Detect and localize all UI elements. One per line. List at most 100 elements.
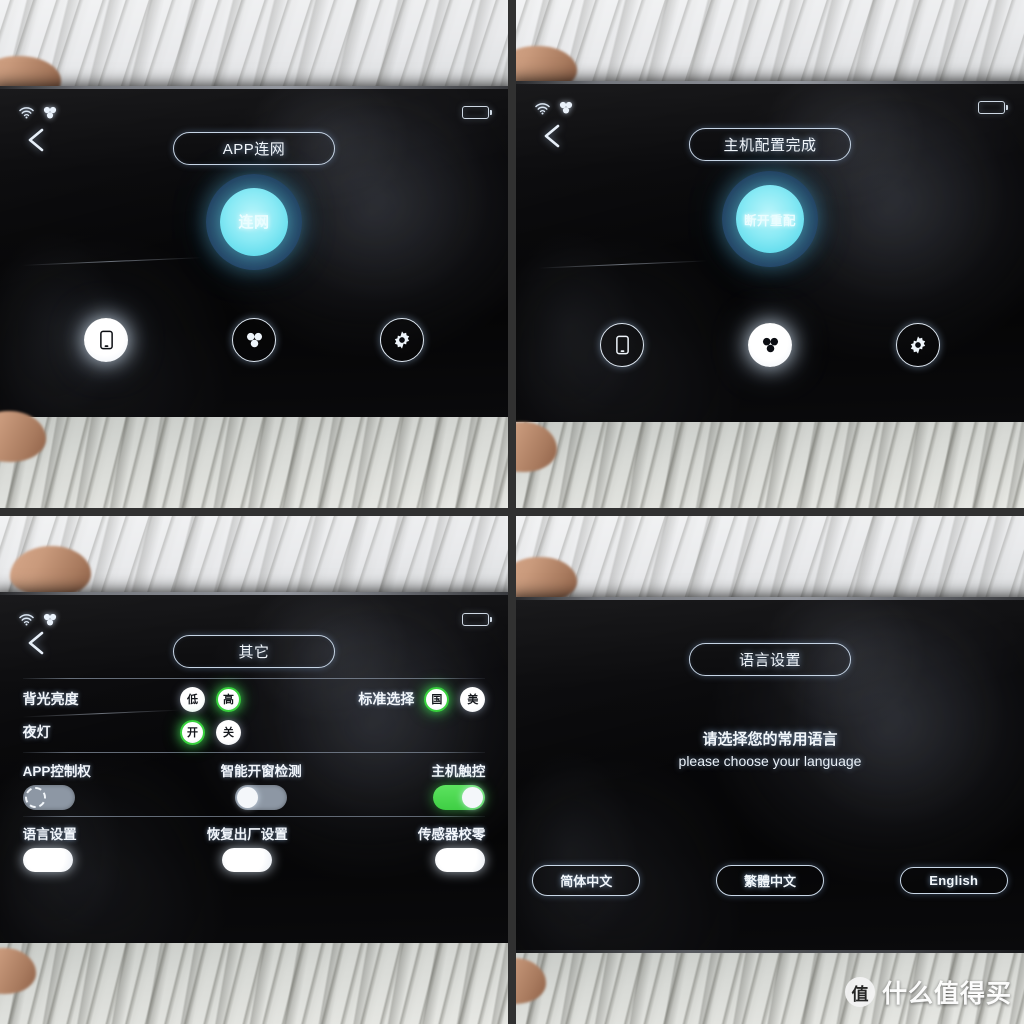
device-screen: 其它 背光亮度 低 高 标准选择 国 美 夜灯 开 关 APP控制权 智能开窗检… <box>0 592 508 948</box>
language-button-english[interactable]: English <box>899 866 1008 894</box>
device-body: 语言设置 请选择您的常用语言 please choose your langua… <box>516 597 1024 953</box>
sensor-zero-label: 传感器校零 <box>417 826 486 842</box>
table-surface-bottom <box>516 421 1024 508</box>
backlight-label: 背光亮度 <box>22 691 79 708</box>
language-prompt: 请选择您的常用语言 please choose your language <box>516 729 1024 771</box>
nav-phone-button[interactable] <box>84 317 129 362</box>
battery-icon <box>462 105 493 119</box>
cluster-icon <box>43 613 57 626</box>
nav-cluster-button[interactable] <box>748 323 792 368</box>
disconnect-reconfigure-button[interactable]: 断开重配 <box>722 171 818 268</box>
device-body: 其它 背光亮度 低 高 标准选择 国 美 夜灯 开 关 APP控制权 智能开窗检… <box>0 592 508 948</box>
connect-button[interactable]: 连网 <box>206 173 302 270</box>
device-screen: 语言设置 请选择您的常用语言 please choose your langua… <box>516 597 1024 953</box>
status-left-group <box>535 101 573 115</box>
action-button-ring: 断开重配 <box>722 171 818 268</box>
status-right-group <box>462 105 493 119</box>
radio-standard-cn[interactable]: 国 <box>424 686 450 712</box>
language-setting-button[interactable] <box>22 847 73 872</box>
app-control-toggle[interactable] <box>22 784 75 810</box>
wifi-icon <box>19 613 34 626</box>
cluster-icon <box>43 106 57 119</box>
language-prompt-en: please choose your language <box>678 752 862 769</box>
nav-cluster-button[interactable] <box>232 317 276 362</box>
gear-icon <box>394 331 410 349</box>
pill-cell-language: 语言设置 <box>22 823 77 872</box>
status-left-group <box>19 613 57 626</box>
cluster-icon <box>246 332 262 347</box>
table-surface-top <box>516 516 1024 603</box>
radio-nightlight-on[interactable]: 开 <box>179 719 205 745</box>
cluster-icon <box>762 337 778 353</box>
photo-panel-host-configured: 主机配置完成 断开重配 <box>516 0 1024 508</box>
wifi-icon <box>535 102 550 115</box>
sensor-zero-button[interactable] <box>435 847 486 872</box>
page-title: 其它 <box>173 634 335 668</box>
bottom-nav <box>0 317 508 362</box>
language-prompt-cn: 请选择您的常用语言 <box>702 730 838 748</box>
standard-label: 标准选择 <box>358 691 415 708</box>
screenshot-collage: APP连网 连网 主机配置完成 断开重配 其它 背光亮度 低 高 标准选择 国 … <box>0 0 1024 1024</box>
toggle-cell-window-detect: 智能开窗检测 <box>221 760 302 810</box>
window-detect-toggle[interactable] <box>235 784 288 810</box>
pill-cell-sensor-zero: 传感器校零 <box>418 823 486 872</box>
toggle-knob <box>237 786 259 808</box>
radio-backlight-low[interactable]: 低 <box>179 686 205 712</box>
back-button[interactable] <box>23 628 49 658</box>
factory-reset-label: 恢复出厂设置 <box>206 826 288 842</box>
gear-icon <box>910 336 926 354</box>
screen-hair-strand <box>21 256 202 266</box>
nightlight-label: 夜灯 <box>22 724 51 741</box>
settings-list: 背光亮度 低 高 标准选择 国 美 夜灯 开 关 APP控制权 智能开窗检测 主… <box>0 677 508 941</box>
photo-panel-language: 语言设置 请选择您的常用语言 please choose your langua… <box>516 516 1024 1024</box>
status-right-group <box>978 101 1009 115</box>
radio-section: 背光亮度 低 高 标准选择 国 美 夜灯 开 关 <box>23 679 486 752</box>
status-right-group <box>462 612 493 626</box>
language-setting-label: 语言设置 <box>22 826 77 842</box>
photo-panel-app-network: APP连网 连网 <box>0 0 508 508</box>
finger <box>10 546 92 598</box>
page-title: APP连网 <box>173 131 335 165</box>
radio-standard-us[interactable]: 美 <box>460 686 486 712</box>
radio-backlight-high[interactable]: 高 <box>215 686 241 712</box>
battery-icon <box>462 612 493 626</box>
watermark-badge: 值 <box>844 977 875 1007</box>
status-bar <box>0 101 508 123</box>
connect-button-label: 连网 <box>220 187 288 256</box>
factory-reset-button[interactable] <box>222 847 273 872</box>
radio-row-nightlight: 夜灯 开 关 <box>22 719 486 745</box>
bottom-nav <box>516 323 1024 368</box>
toggle-cell-host-touch: 主机触控 <box>431 760 486 810</box>
device-body: 主机配置完成 断开重配 <box>516 81 1024 428</box>
phone-icon <box>615 335 629 355</box>
toggle-section: APP控制权 智能开窗检测 主机触控 <box>22 753 486 816</box>
language-button-traditional-chinese[interactable]: 繁體中文 <box>716 864 824 896</box>
nav-settings-button[interactable] <box>379 317 424 362</box>
radio-row-backlight: 背光亮度 低 高 标准选择 国 美 <box>22 686 486 712</box>
radio-nightlight-off[interactable]: 关 <box>215 719 241 745</box>
status-bar <box>516 97 1024 119</box>
device-body: APP连网 连网 <box>0 86 508 422</box>
language-button-simplified-chinese[interactable]: 简体中文 <box>532 864 641 896</box>
connect-button-ring: 连网 <box>206 173 302 270</box>
back-button[interactable] <box>23 125 49 155</box>
status-left-group <box>19 106 57 119</box>
page-title: 语言设置 <box>689 643 851 677</box>
status-bar <box>0 608 508 630</box>
nightlight-options: 开 关 <box>179 719 241 745</box>
battery-icon <box>978 101 1009 115</box>
backlight-options: 低 高 <box>179 686 319 712</box>
action-button-label: 断开重配 <box>736 185 804 254</box>
language-options-row: 简体中文 繁體中文 English <box>532 864 1008 896</box>
nav-settings-button[interactable] <box>895 323 940 368</box>
app-control-label: APP控制权 <box>22 763 91 779</box>
toggle-cell-app-control: APP控制权 <box>22 760 91 810</box>
nav-phone-button[interactable] <box>600 323 645 368</box>
window-detect-label: 智能开窗检测 <box>220 763 302 779</box>
phone-icon <box>99 330 113 350</box>
host-touch-toggle[interactable] <box>433 784 486 810</box>
photo-panel-other-settings: 其它 背光亮度 低 高 标准选择 国 美 夜灯 开 关 APP控制权 智能开窗检… <box>0 516 508 1024</box>
screen-hair-strand <box>537 260 707 270</box>
back-button[interactable] <box>539 121 565 151</box>
cluster-icon <box>559 101 573 114</box>
